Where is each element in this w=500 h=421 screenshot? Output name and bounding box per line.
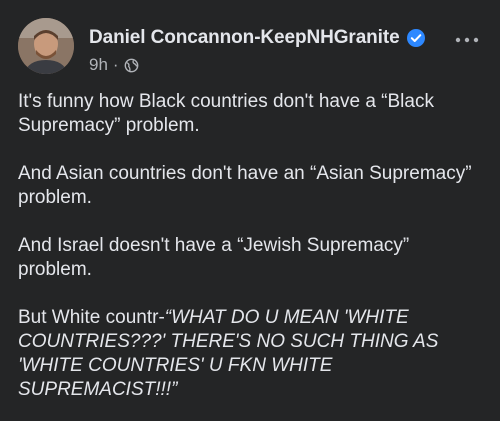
post-paragraph-final: But White countr-“WHAT DO U MEAN 'WHITE …	[18, 306, 482, 402]
post-paragraph: And Asian countries don't have an “Asian…	[18, 163, 472, 208]
post-body: It's funny how Black countries don't hav…	[18, 90, 482, 402]
post-card: Daniel Concannon-KeepNHGranite 9h · It's…	[0, 0, 500, 421]
avatar[interactable]	[18, 18, 74, 74]
globe-icon	[124, 58, 139, 73]
author-block: Daniel Concannon-KeepNHGranite 9h ·	[89, 27, 426, 75]
meta-separator: ·	[112, 55, 119, 74]
post-paragraph: It's funny how Black countries don't hav…	[18, 91, 434, 136]
author-name[interactable]: Daniel Concannon-KeepNHGranite	[89, 27, 400, 49]
more-options-icon	[455, 37, 479, 43]
post-text-plain: But White countr-	[18, 307, 165, 328]
verified-badge-icon	[406, 28, 426, 48]
more-options-button[interactable]	[452, 30, 482, 50]
post-header: Daniel Concannon-KeepNHGranite 9h ·	[18, 18, 482, 78]
post-timestamp[interactable]: 9h	[89, 55, 108, 75]
post-paragraph: And Israel doesn't have a “Jewish Suprem…	[18, 235, 410, 280]
